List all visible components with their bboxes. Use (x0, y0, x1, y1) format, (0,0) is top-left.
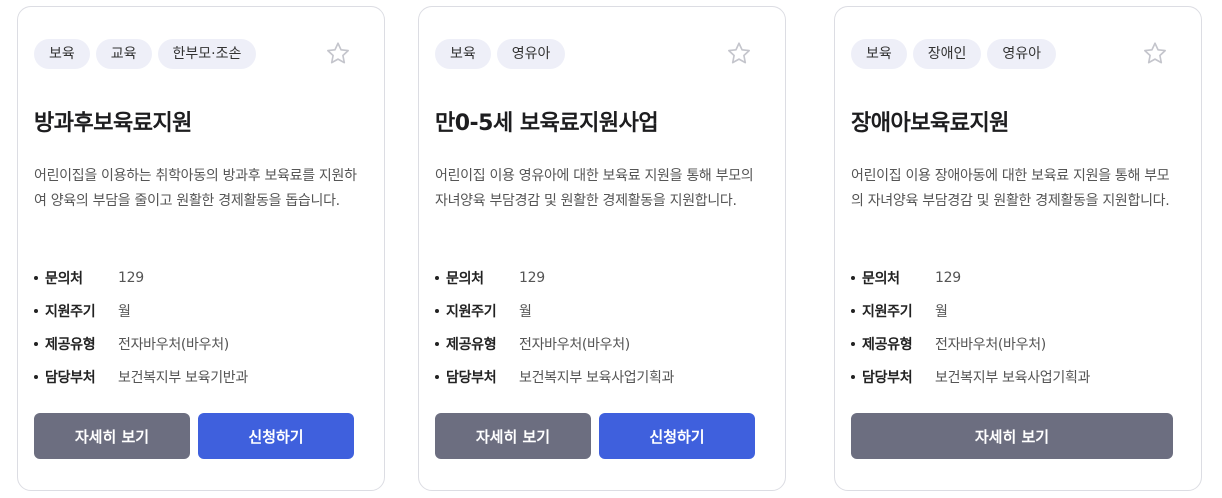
info-row: 문의처 129 (851, 261, 1090, 294)
info-label: 담당부처 (862, 369, 913, 386)
info-label: 지원주기 (45, 303, 96, 320)
bullet (851, 308, 855, 313)
tag-list: 보육 영유아 (435, 39, 566, 69)
tag: 장애인 (912, 39, 982, 69)
bullet (34, 308, 38, 313)
info-label: 제공유형 (45, 336, 96, 353)
info-value: 월 (519, 303, 532, 320)
info-value: 보건복지부 보육기반과 (118, 369, 248, 386)
info-label: 문의처 (45, 270, 83, 287)
tag: 보육 (435, 39, 491, 69)
info-value: 전자바우처(바우처) (519, 336, 630, 353)
info-label: 제공유형 (446, 336, 497, 353)
info-value: 월 (935, 303, 948, 320)
info-row: 제공유형 전자바우처(바우처) (435, 327, 674, 360)
info-value: 보건복지부 보육사업기획과 (519, 369, 675, 386)
tag: 한부모·조손 (157, 39, 257, 69)
info-value: 129 (519, 269, 545, 286)
detail-button[interactable]: 자세히 보기 (435, 413, 591, 459)
bullet (851, 374, 855, 379)
info-label: 지원주기 (862, 303, 913, 320)
service-card: 보육 영유아 만0-5세 보육료지원사업 어린이집 이용 영유아에 대한 보육료… (418, 6, 786, 491)
favorite-star-icon[interactable] (324, 40, 352, 68)
bullet (851, 275, 855, 280)
info-row: 담당부처 보건복지부 보육기반과 (34, 360, 248, 393)
bullet (34, 374, 38, 379)
bullet (34, 341, 38, 346)
info-row: 문의처 129 (435, 261, 674, 294)
tag: 영유아 (987, 39, 1057, 69)
card-title: 장애아보육료지원 (851, 111, 1009, 136)
info-label: 문의처 (862, 270, 900, 287)
info-list: 문의처 129 지원주기 월 제공유형 전자바우처(바우처) 담당부처 보건복지부 보육… (435, 261, 674, 393)
info-value: 보건복지부 보육사업기획과 (935, 369, 1091, 386)
info-row: 지원주기 월 (435, 294, 674, 327)
service-card: 보육 장애인 영유아 장애아보육료지원 어린이집 이용 장애아동에 대한 보육료… (834, 6, 1202, 491)
detail-button[interactable]: 자세히 보기 (851, 413, 1173, 459)
bullet (435, 275, 439, 280)
info-label: 담당부처 (45, 369, 96, 386)
info-label: 담당부처 (446, 369, 497, 386)
info-label: 문의처 (446, 270, 484, 287)
service-card-list: 보육 교육 한부모·조손 방과후보육료지원 어린이집을 이용하는 취학아동의 방… (0, 0, 1222, 498)
info-label: 제공유형 (862, 336, 913, 353)
info-list: 문의처 129 지원주기 월 제공유형 전자바우처(바우처) 담당부처 보건복지부 보육… (34, 261, 248, 393)
detail-button[interactable]: 자세히 보기 (34, 413, 190, 459)
card-actions: 자세히 보기 신청하기 (435, 413, 755, 459)
info-row: 제공유형 전자바우처(바우처) (851, 327, 1090, 360)
info-value: 129 (935, 269, 961, 286)
tag: 보육 (34, 39, 90, 69)
info-list: 문의처 129 지원주기 월 제공유형 전자바우처(바우처) 담당부처 보건복지부 보육… (851, 261, 1090, 393)
bullet (34, 275, 38, 280)
info-row: 담당부처 보건복지부 보육사업기획과 (435, 360, 674, 393)
info-value: 전자바우처(바우처) (935, 336, 1046, 353)
bullet (435, 308, 439, 313)
service-card: 보육 교육 한부모·조손 방과후보육료지원 어린이집을 이용하는 취학아동의 방… (17, 6, 385, 491)
info-row: 지원주기 월 (851, 294, 1090, 327)
info-row: 문의처 129 (34, 261, 248, 294)
card-description: 어린이집 이용 영유아에 대한 보육료 지원을 통해 부모의 자녀양육 부담경감… (435, 168, 754, 209)
tag: 보육 (851, 39, 907, 69)
card-title: 방과후보육료지원 (34, 111, 192, 136)
card-description: 어린이집을 이용하는 취학아동의 방과후 보육료를 지원하여 양육의 부담을 줄… (34, 168, 357, 209)
card-description: 어린이집 이용 장애아동에 대한 보육료 지원을 통해 부모의 자녀양육 부담경… (851, 168, 1170, 209)
bullet (435, 374, 439, 379)
tag-list: 보육 장애인 영유아 (851, 39, 1057, 69)
info-value: 129 (118, 269, 144, 286)
card-actions: 자세히 보기 (851, 413, 1173, 459)
info-value: 월 (118, 303, 131, 320)
apply-button[interactable]: 신청하기 (198, 413, 354, 459)
card-title: 만0-5세 보육료지원사업 (435, 111, 659, 136)
favorite-star-icon[interactable] (725, 40, 753, 68)
tag-list: 보육 교육 한부모·조손 (34, 39, 257, 69)
bullet (851, 341, 855, 346)
info-row: 담당부처 보건복지부 보육사업기획과 (851, 360, 1090, 393)
tag: 교육 (95, 39, 152, 69)
info-row: 제공유형 전자바우처(바우처) (34, 327, 248, 360)
favorite-star-icon[interactable] (1141, 40, 1169, 68)
info-row: 지원주기 월 (34, 294, 248, 327)
info-value: 전자바우처(바우처) (118, 336, 229, 353)
tag: 영유아 (496, 39, 566, 69)
info-label: 지원주기 (446, 303, 497, 320)
card-actions: 자세히 보기 신청하기 (34, 413, 354, 459)
bullet (435, 341, 439, 346)
apply-button[interactable]: 신청하기 (599, 413, 755, 459)
